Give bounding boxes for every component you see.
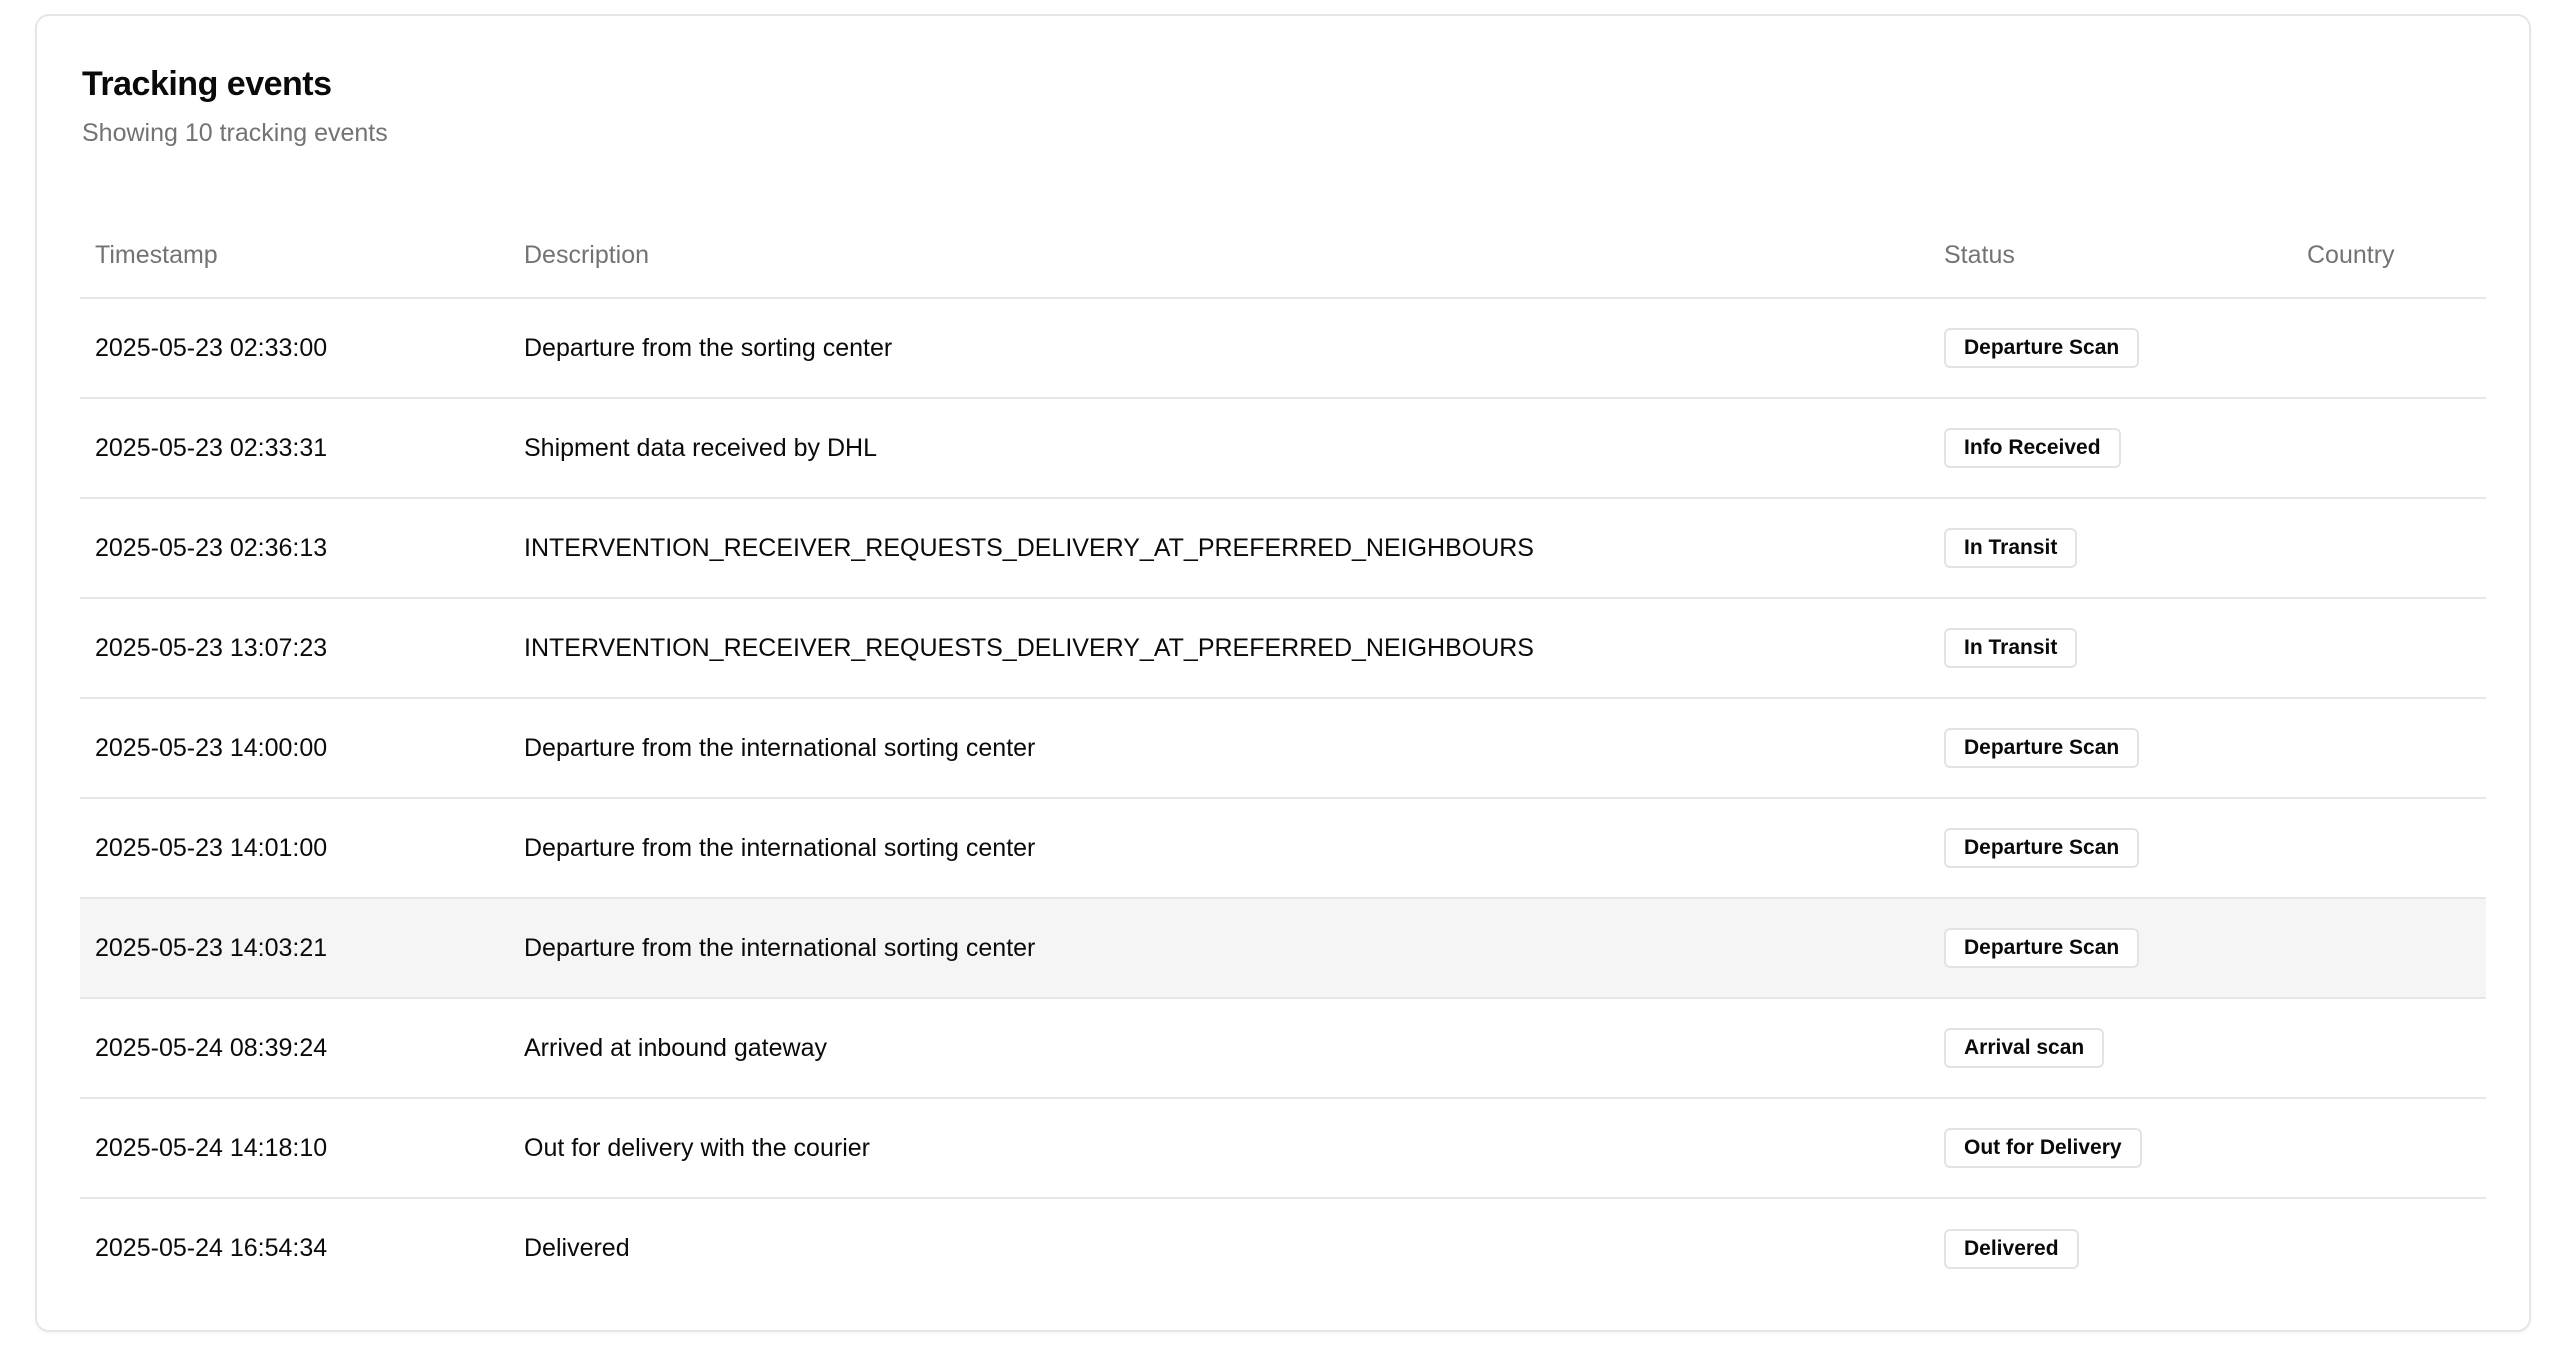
table-row[interactable]: 2025-05-24 14:18:10 Out for delivery with… [80, 1098, 2486, 1199]
status-badge: Departure Scan [1944, 828, 2140, 868]
cell-timestamp: 2025-05-23 02:33:00 [80, 298, 509, 399]
cell-status: Departure Scan [1929, 298, 2292, 399]
cell-country [2292, 298, 2486, 399]
cell-timestamp: 2025-05-23 14:01:00 [80, 798, 509, 899]
cell-description: INTERVENTION_RECEIVER_REQUESTS_DELIVERY_… [509, 598, 1929, 699]
table-row[interactable]: 2025-05-24 08:39:24 Arrived at inbound ga… [80, 998, 2486, 1099]
status-badge: Departure Scan [1944, 728, 2140, 768]
table-header-row: Timestamp Description Status Country [80, 214, 2486, 299]
cell-description: Arrived at inbound gateway [509, 998, 1929, 1099]
status-badge: In Transit [1944, 628, 2078, 668]
table-row[interactable]: 2025-05-23 14:00:00 Departure from the in… [80, 698, 2486, 799]
cell-status: Arrival scan [1929, 998, 2292, 1099]
cell-country [2292, 798, 2486, 899]
status-badge: In Transit [1944, 528, 2078, 568]
cell-description: Shipment data received by DHL [509, 398, 1929, 499]
cell-description: INTERVENTION_RECEIVER_REQUESTS_DELIVERY_… [509, 498, 1929, 599]
card-subtitle: Showing 10 tracking events [82, 119, 388, 147]
cell-description: Departure from the international sorting… [509, 798, 1929, 899]
cell-status: Departure Scan [1929, 698, 2292, 799]
table-body: 2025-05-23 02:33:00 Departure from the so… [80, 298, 2486, 1298]
cell-status: Delivered [1929, 1198, 2292, 1298]
tracking-events-table: Timestamp Description Status Country 202… [80, 214, 2486, 1298]
cell-timestamp: 2025-05-24 08:39:24 [80, 998, 509, 1099]
cell-timestamp: 2025-05-23 13:07:23 [80, 598, 509, 699]
status-badge: Out for Delivery [1944, 1128, 2142, 1168]
table-row[interactable]: 2025-05-23 02:33:31 Shipment data receive… [80, 398, 2486, 499]
status-badge: Departure Scan [1944, 328, 2140, 368]
cell-country [2292, 898, 2486, 999]
cell-country [2292, 398, 2486, 499]
column-header-status: Status [1929, 214, 2292, 299]
cell-country [2292, 998, 2486, 1099]
status-badge: Info Received [1944, 428, 2121, 468]
cell-status: Out for Delivery [1929, 1098, 2292, 1199]
cell-country [2292, 498, 2486, 599]
status-badge: Delivered [1944, 1228, 2079, 1269]
cell-timestamp: 2025-05-23 02:36:13 [80, 498, 509, 599]
column-header-country: Country [2292, 214, 2486, 299]
cell-timestamp: 2025-05-24 14:18:10 [80, 1098, 509, 1199]
cell-timestamp: 2025-05-23 02:33:31 [80, 398, 509, 499]
card-title: Tracking events [82, 65, 332, 103]
cell-description: Departure from the sorting center [509, 298, 1929, 399]
table-row[interactable]: 2025-05-23 14:03:21 Departure from the in… [80, 898, 2486, 999]
cell-country [2292, 1198, 2486, 1298]
card-header: Tracking events Showing 10 tracking even… [82, 64, 388, 148]
table-row[interactable]: 2025-05-23 02:36:13 INTERVENTION_RECEIVER… [80, 498, 2486, 599]
table-row[interactable]: 2025-05-24 16:54:34 Delivered Delivered [80, 1198, 2486, 1298]
cell-description: Delivered [524, 1234, 630, 1262]
column-header-description: Description [509, 214, 1929, 299]
cell-status: Departure Scan [1929, 898, 2292, 999]
cell-status: In Transit [1929, 498, 2292, 599]
cell-country [2292, 1098, 2486, 1199]
cell-description: Out for delivery with the courier [509, 1098, 1929, 1199]
cell-timestamp: 2025-05-23 14:03:21 [80, 898, 509, 999]
table-row[interactable]: 2025-05-23 02:33:00 Departure from the so… [80, 298, 2486, 399]
cell-description: Departure from the international sorting… [509, 898, 1929, 999]
status-badge: Departure Scan [1944, 928, 2140, 968]
cell-status: In Transit [1929, 598, 2292, 699]
cell-country [2292, 698, 2486, 799]
table-row[interactable]: 2025-05-23 13:07:23 INTERVENTION_RECEIVER… [80, 598, 2486, 699]
cell-country [2292, 598, 2486, 699]
cell-status: Info Received [1929, 398, 2292, 499]
cell-status: Departure Scan [1929, 798, 2292, 899]
table-row[interactable]: 2025-05-23 14:01:00 Departure from the in… [80, 798, 2486, 899]
cell-timestamp: 2025-05-23 14:00:00 [80, 698, 509, 799]
status-badge: Arrival scan [1944, 1028, 2105, 1068]
column-header-timestamp: Timestamp [80, 214, 509, 299]
cell-timestamp: 2025-05-24 16:54:34 [95, 1234, 328, 1262]
cell-description: Departure from the international sorting… [509, 698, 1929, 799]
